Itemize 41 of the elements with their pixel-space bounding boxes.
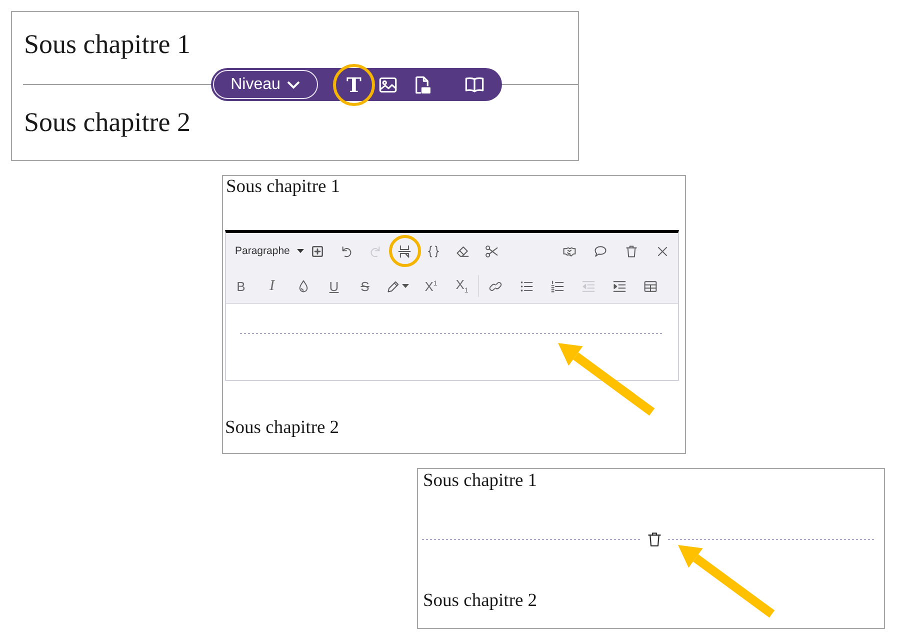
open-book-icon bbox=[464, 75, 484, 94]
section-heading: Sous chapitre 1 bbox=[226, 176, 340, 198]
bold-button[interactable]: B bbox=[228, 274, 254, 298]
trash-icon bbox=[648, 532, 661, 546]
text-tool-button[interactable]: T bbox=[339, 70, 369, 100]
superscript-button[interactable]: X$^{1}$ bbox=[418, 274, 444, 298]
scissors-icon bbox=[485, 244, 498, 258]
section-heading: Sous chapitre 2 bbox=[24, 106, 190, 138]
image-icon bbox=[379, 76, 397, 94]
trash-icon bbox=[624, 244, 638, 258]
section-heading: Sous chapitre 1 bbox=[24, 28, 190, 60]
caret-icon bbox=[296, 249, 304, 253]
page-break-icon bbox=[398, 244, 412, 258]
level-dropdown[interactable]: Niveau bbox=[213, 70, 318, 99]
caret-icon bbox=[402, 284, 409, 288]
eraser-icon bbox=[456, 244, 470, 258]
italic-button[interactable]: I bbox=[259, 274, 285, 298]
undo-icon bbox=[340, 244, 354, 258]
subscript-button[interactable]: X$_{1}$ bbox=[449, 274, 475, 298]
outdent-icon bbox=[582, 280, 594, 292]
drop-icon bbox=[296, 280, 310, 292]
section-heading: Sous chapitre 2 bbox=[225, 417, 340, 439]
close-icon bbox=[656, 244, 668, 258]
paragraph-style-dropdown[interactable]: Paragraphe bbox=[235, 241, 304, 261]
braces-icon bbox=[427, 244, 440, 258]
chevron-down-icon bbox=[287, 80, 300, 88]
speech-bubble-icon bbox=[594, 244, 606, 258]
handshake-icon bbox=[562, 244, 576, 258]
strikethrough-button[interactable]: S bbox=[352, 274, 378, 298]
section-heading: Sous chapitre 2 bbox=[423, 590, 538, 612]
underline-button[interactable]: U bbox=[321, 274, 347, 298]
table-icon bbox=[644, 280, 656, 292]
numbered-list-icon bbox=[550, 280, 564, 292]
plus-square-icon bbox=[311, 244, 324, 258]
pen-icon bbox=[387, 280, 400, 292]
link-icon bbox=[488, 280, 502, 292]
pdf-file-icon bbox=[413, 76, 431, 94]
indent-icon bbox=[612, 280, 626, 292]
bullet-list-icon bbox=[520, 280, 532, 292]
redo-icon bbox=[369, 244, 382, 258]
section-heading: Sous chapitre 1 bbox=[423, 470, 538, 492]
